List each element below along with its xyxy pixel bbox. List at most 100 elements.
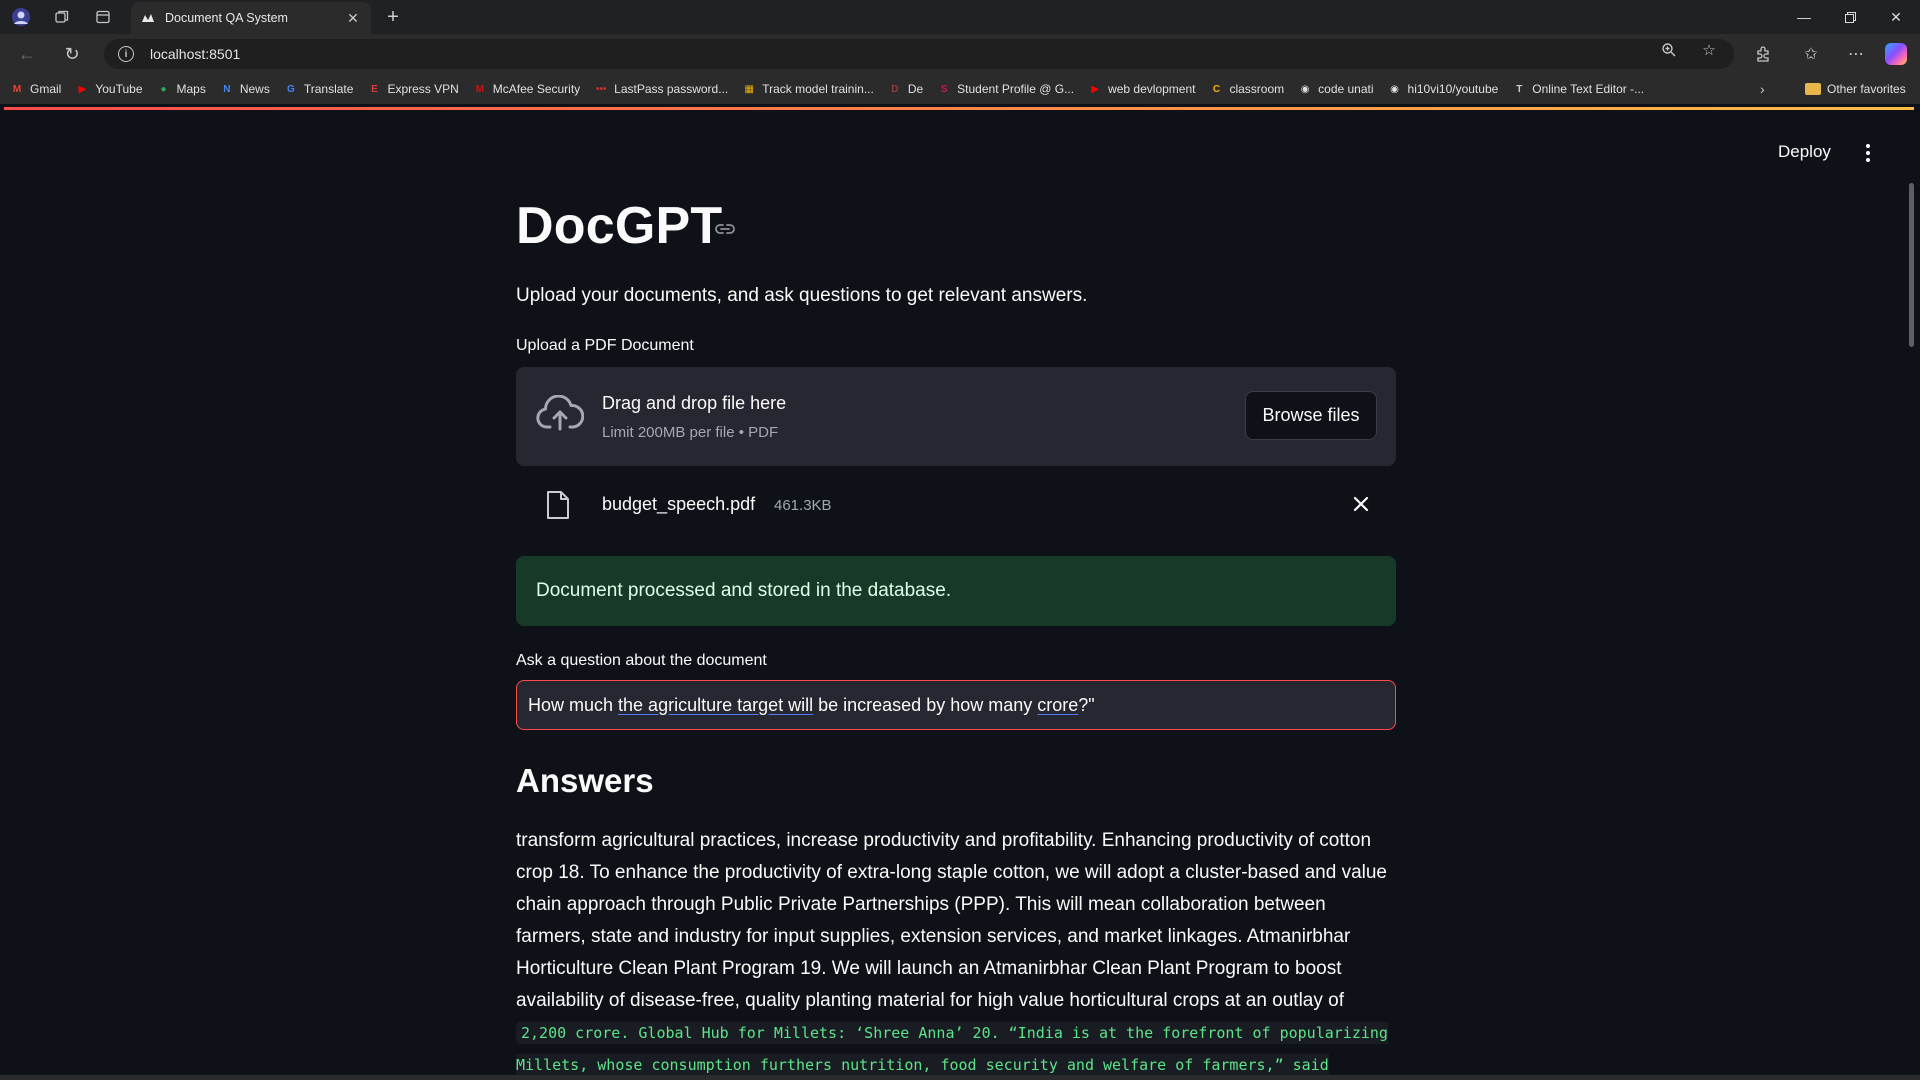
active-tab[interactable]: Document QA System ✕	[131, 2, 371, 34]
answer-text: transform agricultural practices, increa…	[516, 825, 1396, 1080]
answer-body: transform agricultural practices, increa…	[516, 830, 1388, 1011]
bookmark-label: Gmail	[30, 82, 62, 96]
mcafee-icon: M	[475, 83, 484, 95]
bookmark-label: Online Text Editor -...	[1532, 82, 1645, 96]
bookmark-label: web devlopment	[1108, 82, 1196, 96]
bookmark-label: code unati	[1318, 82, 1374, 96]
bookmark-label: De	[907, 82, 924, 96]
remove-file-icon[interactable]	[1350, 493, 1372, 515]
youtube-icon: ▶	[1091, 83, 1099, 95]
bookmark-item[interactable]: ▶ web devlopment	[1088, 82, 1195, 96]
maps-icon: ●	[160, 83, 167, 95]
vertical-tabs-icon[interactable]	[92, 6, 114, 28]
profile-avatar-icon[interactable]	[10, 6, 32, 28]
youtube-icon: ▶	[78, 83, 87, 95]
favorite-star-icon[interactable]: ☆	[1700, 41, 1718, 59]
other-favorites[interactable]: Other favorites	[1805, 74, 1906, 104]
more-menu-icon[interactable]: ⋯	[1845, 43, 1867, 65]
site-info-icon[interactable]: i	[118, 46, 134, 62]
tab-close-icon[interactable]: ✕	[345, 10, 361, 27]
bookmarks-overflow-chevron-icon[interactable]: ›	[1760, 81, 1765, 97]
gmail-icon: M	[12, 83, 22, 95]
answers-heading: Answers	[516, 762, 654, 799]
bookmark-label: hi10vi10/youtube	[1407, 82, 1499, 96]
bookmark-item[interactable]: M McAfee Security	[473, 82, 581, 96]
question-label: Ask a question about the document	[516, 652, 767, 669]
close-window-button[interactable]: ✕	[1873, 0, 1919, 34]
bookmark-item[interactable]: S Student Profile @ G...	[937, 82, 1074, 96]
restore-button[interactable]	[1827, 0, 1873, 34]
de-icon: D	[891, 83, 899, 95]
address-bar[interactable]: i localhost:8501	[104, 39, 1734, 69]
bookmarks-bar: M Gmail ▶ YouTube ● Maps N News G Translate E Expre…	[0, 74, 1920, 104]
question-text-part: ?"	[1078, 694, 1095, 715]
lastpass-icon: •••	[595, 83, 607, 95]
upload-label: Upload a PDF Document	[516, 337, 694, 354]
main-menu-icon[interactable]	[1862, 142, 1874, 164]
bookmark-item[interactable]: G Translate	[284, 82, 353, 96]
window-bottom-edge	[0, 1075, 1920, 1080]
news-icon: N	[223, 83, 231, 95]
reload-button[interactable]: ↻	[59, 41, 85, 67]
bookmark-label: Express VPN	[387, 82, 459, 96]
text-editor-icon: T	[1516, 83, 1523, 95]
bookmark-label: YouTube	[95, 82, 143, 96]
minimize-button[interactable]: —	[1781, 0, 1827, 34]
question-text-part: the agriculture target will	[618, 694, 814, 715]
tab-title: Document QA System	[165, 11, 288, 25]
bookmark-item[interactable]: ▦ Track model trainin...	[742, 82, 874, 96]
file-dropzone[interactable]: Drag and drop file here Limit 200MB per …	[516, 367, 1396, 466]
question-text-part: crore	[1037, 694, 1079, 715]
other-favorites-label: Other favorites	[1827, 82, 1906, 96]
page-subtitle: Upload your documents, and ask questions…	[516, 285, 1088, 306]
zoom-icon[interactable]	[1660, 41, 1678, 59]
bookmark-item[interactable]: ◉ code unati	[1298, 82, 1374, 96]
bookmark-label: News	[239, 82, 270, 96]
github-icon: ◉	[1300, 83, 1310, 95]
new-tab-button[interactable]: +	[381, 5, 405, 29]
student-profile-icon: S	[940, 83, 948, 95]
back-button[interactable]: ←	[14, 41, 40, 67]
uploaded-file-row: budget_speech.pdf 461.3KB	[516, 482, 1396, 528]
question-input[interactable]: How much the agriculture target will be …	[516, 680, 1396, 730]
bookmark-item[interactable]: ● Maps	[157, 82, 206, 96]
browse-files-button[interactable]: Browse files	[1245, 391, 1377, 440]
bookmark-item[interactable]: N News	[220, 82, 270, 96]
bookmark-item[interactable]: T Online Text Editor -...	[1512, 82, 1644, 96]
file-size: 461.3KB	[774, 497, 832, 514]
bookmark-label: Student Profile @ G...	[957, 82, 1075, 96]
bookmark-item[interactable]: Cclassroom	[1209, 82, 1284, 96]
workspaces-icon[interactable]	[51, 6, 73, 28]
success-alert: Document processed and stored in the dat…	[516, 556, 1396, 626]
bookmark-item[interactable]: M Gmail	[10, 82, 62, 96]
bookmark-item[interactable]: D De	[888, 82, 923, 96]
bookmark-label: Track model trainin...	[762, 82, 874, 96]
extensions-icon[interactable]	[1752, 43, 1774, 65]
bookmark-label: classroom	[1229, 82, 1285, 96]
bookmark-item[interactable]: ••• LastPass password...	[594, 82, 728, 96]
deploy-button[interactable]: Deploy	[1778, 142, 1831, 162]
translate-icon: G	[286, 83, 295, 95]
copilot-icon[interactable]	[1885, 43, 1907, 65]
bookmark-label: McAfee Security	[492, 82, 581, 96]
favorites-icon[interactable]: ✩	[1800, 43, 1822, 65]
expressvpn-icon: E	[371, 83, 378, 95]
browser-titlebar: Document QA System ✕ + — ✕	[0, 0, 1920, 34]
question-text-part: be increased by how many	[813, 694, 1038, 715]
anchor-link-icon[interactable]	[714, 222, 736, 236]
wandb-icon: ▦	[744, 83, 754, 95]
streamlit-favicon-icon	[141, 11, 155, 25]
question-text-part: How much	[528, 694, 619, 715]
bookmark-label: LastPass password...	[614, 82, 729, 96]
cloud-upload-icon	[536, 394, 585, 435]
dropzone-limit: Limit 200MB per file • PDF	[602, 424, 779, 441]
bookmark-item[interactable]: ◉ hi10vi10/youtube	[1388, 82, 1499, 96]
dropzone-title: Drag and drop file here	[602, 393, 787, 413]
bookmark-item[interactable]: ▶ YouTube	[75, 82, 142, 96]
bookmark-label: Maps	[176, 82, 206, 96]
address-url[interactable]: localhost:8501	[150, 46, 240, 62]
file-document-icon	[546, 490, 570, 520]
bookmark-item[interactable]: E Express VPN	[367, 82, 459, 96]
scrollbar-thumb[interactable]	[1909, 183, 1914, 347]
page-title: DocGPT	[516, 197, 723, 255]
